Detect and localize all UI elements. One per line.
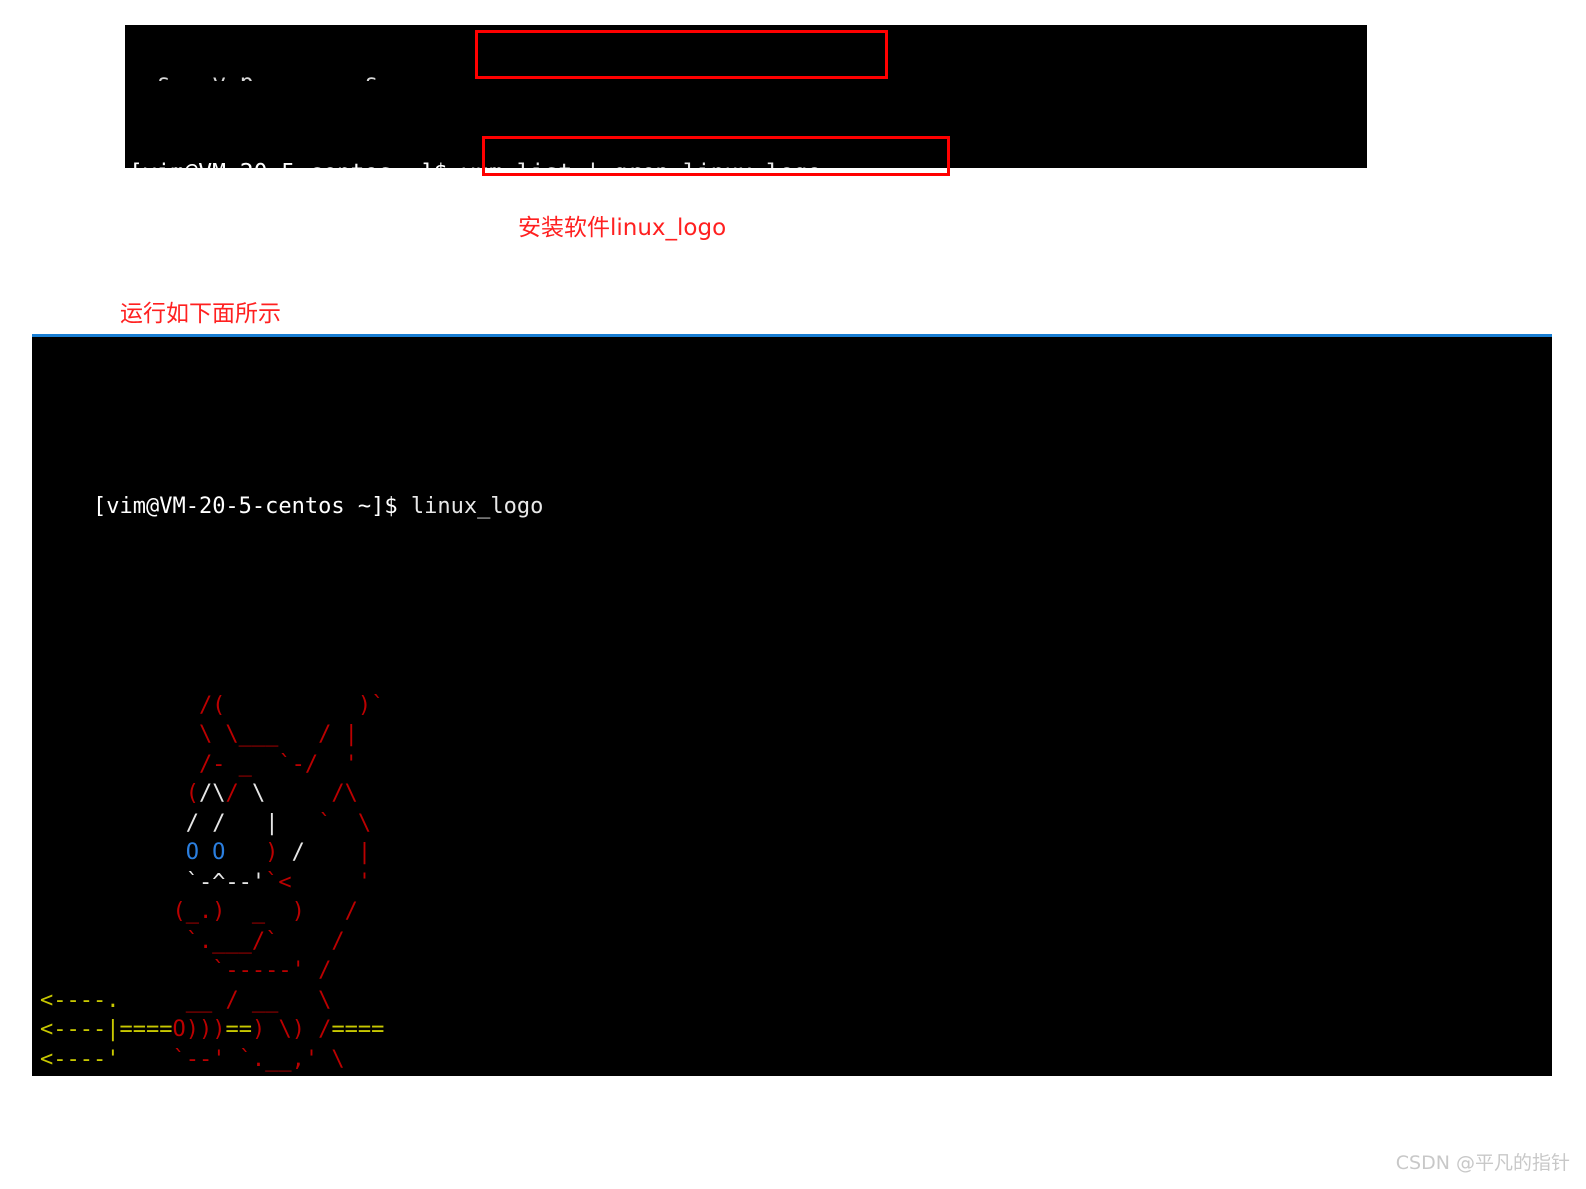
ascii-seg-yellow: <----|: [40, 1017, 120, 1042]
ascii-seg-red: O))): [172, 1017, 226, 1042]
watermark-csdn: CSDN @平凡的指针: [1395, 1152, 1570, 1174]
ascii-art-row-0: /( )`: [40, 691, 1552, 721]
ascii-art-row-2: /- _ `-/ ': [40, 750, 1552, 780]
ascii-seg-red: [40, 811, 186, 836]
shell-prompt: [vim@VM-20-5-centos ~]$: [129, 160, 461, 168]
annotation-label-run: 运行如下面所示: [120, 301, 281, 327]
ascii-seg-red: \ \___ / |: [40, 722, 358, 747]
ascii-seg-white: \: [251, 781, 266, 806]
ascii-seg-red: (_.) _ ) /: [40, 899, 358, 924]
terminal-window-bottom: [vim@VM-20-5-centos ~]$ linux_logo /( )`…: [32, 334, 1552, 1076]
ascii-art-row-11: <----|====O)))==) \) /====: [40, 1015, 1552, 1045]
ascii-seg-red: `-----' /: [40, 958, 332, 983]
ascii-art-row-7: (_.) _ ) /: [40, 897, 1552, 927]
ascii-seg-white: /\: [198, 781, 226, 806]
ascii-seg-red: (: [40, 781, 199, 806]
ascii-seg-yellow: ==: [225, 1017, 252, 1042]
ascii-seg-red: `.___/` /: [40, 928, 345, 954]
ascii-seg-blue: O O: [40, 840, 226, 865]
ascii-art-row-4: / / | ` \: [40, 809, 1552, 839]
ascii-seg-red: [225, 811, 265, 836]
shell-prompt-3: [vim@VM-20-5-centos ~]$: [92, 493, 411, 519]
ascii-art-row-5: O O ) / |: [40, 838, 1552, 868]
ascii-seg-red: `< ': [265, 869, 372, 895]
command-linux-logo: linux_logo: [410, 493, 544, 519]
ascii-art-row-9: `-----' /: [40, 956, 1552, 986]
ascii-seg-red: /: [225, 781, 252, 806]
command-yum-list: yum list | grep linux_logo: [461, 160, 821, 168]
ascii-seg-white: / /: [185, 810, 226, 836]
terminal-top-line-1: [vim@VM-20-5-centos ~]$ yum list | grep …: [125, 158, 1367, 168]
ascii-seg-red: __ / __ \: [119, 987, 332, 1013]
ascii-art-row-6: `-^--'`< ': [40, 868, 1552, 898]
ascii-seg-white: |: [265, 810, 279, 836]
ascii-art-row-1: \ \___ / |: [40, 720, 1552, 750]
ascii-art-row-13: | |: [40, 1074, 1552, 1076]
ascii-art-row-12: <----' `--' `.__,' \: [40, 1045, 1552, 1075]
ascii-seg-white: `-^--': [40, 869, 266, 895]
ascii-seg-red: `--' `.__,' \: [119, 1046, 345, 1072]
ascii-seg-red: |: [304, 840, 372, 865]
ascii-seg-red: ) \) /: [251, 1017, 332, 1042]
ascii-art-row-3: (/\/ \ /\: [40, 779, 1552, 809]
ascii-art-linux-logo: /( )` \ \___ / | /- _ `-/ ' (/\/ \ /\ / …: [32, 691, 1552, 1077]
ascii-seg-red: ): [225, 840, 292, 865]
terminal-bottom-prompt-line: [vim@VM-20-5-centos ~]$ linux_logo: [32, 462, 1552, 551]
ascii-seg-red: /- _ `-/ ': [40, 751, 358, 777]
ascii-seg-yellow: ====: [331, 1017, 385, 1042]
ascii-art-row-10: <----. __ / __ \: [40, 986, 1552, 1016]
ascii-seg-red: /\: [265, 781, 358, 806]
ascii-seg-yellow: <----': [40, 1046, 120, 1072]
ascii-art-row-8: `.___/` /: [40, 927, 1552, 957]
ascii-seg-yellow: ====: [119, 1017, 173, 1042]
ascii-seg-red: ` \: [278, 810, 372, 836]
annotation-label-install: 安装软件linux_logo: [518, 215, 727, 241]
ascii-seg-red: /( )`: [40, 692, 385, 718]
ascii-seg-yellow: <----.: [40, 987, 120, 1013]
terminal-window-top: s y p s [vim@VM-20-5-centos ~]$ yum list…: [125, 25, 1367, 168]
terminal-top-clipped-line: s y p s: [125, 68, 1367, 81]
ascii-seg-white: /: [291, 840, 305, 865]
